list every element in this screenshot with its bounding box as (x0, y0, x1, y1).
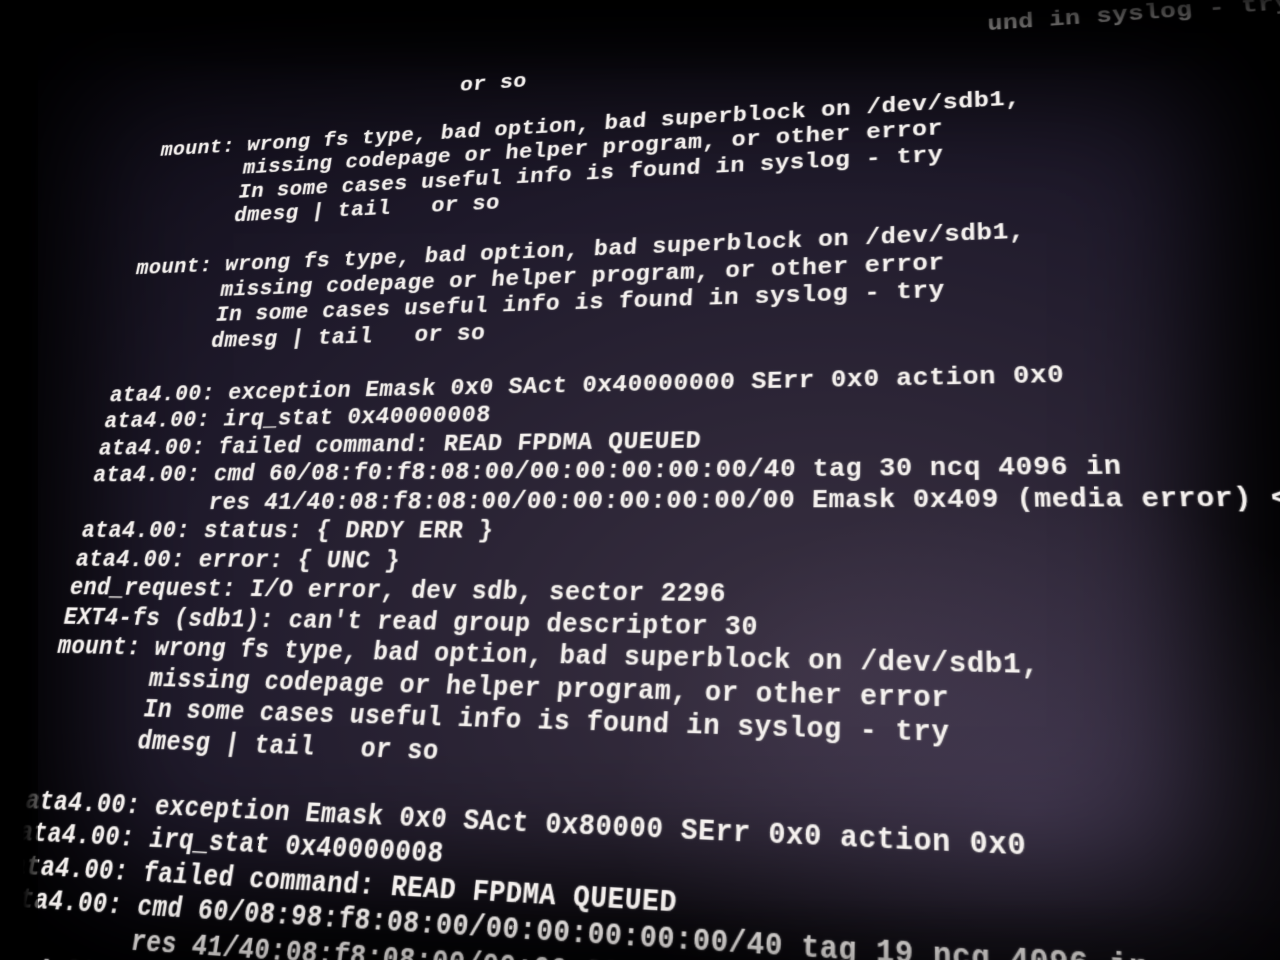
monitor-screen: und in syslog - try or so mount: wrong f… (0, 0, 1280, 960)
monitor-bezel-left (0, 0, 38, 960)
console-line: ata4.00: status: { DRDY ERR } (79, 515, 1280, 550)
console-output: und in syslog - try or so mount: wrong f… (0, 0, 1280, 960)
